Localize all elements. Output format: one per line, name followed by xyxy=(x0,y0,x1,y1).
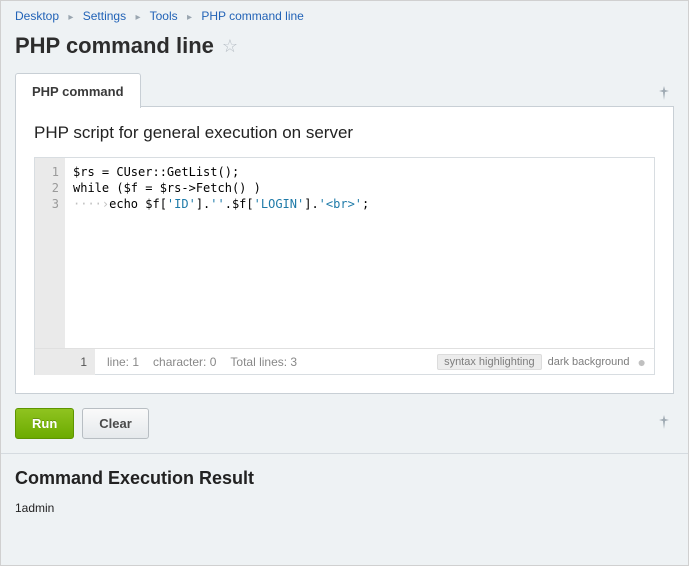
code-editor[interactable]: 1 2 3 $rs = CUser::GetList(); while ($f … xyxy=(34,157,655,375)
status-current-line: 1 xyxy=(35,349,95,375)
whitespace-marker: ····› xyxy=(73,197,109,211)
pin-icon[interactable] xyxy=(658,415,674,432)
syntax-highlighting-toggle[interactable]: syntax highlighting xyxy=(437,354,542,370)
line-number: 3 xyxy=(35,196,59,212)
code-string: 'ID' xyxy=(167,197,196,211)
clear-button[interactable]: Clear xyxy=(82,408,149,439)
status-line: line: 1 xyxy=(107,355,139,369)
star-icon[interactable]: ☆ xyxy=(222,36,238,57)
chevron-right-icon: ▸ xyxy=(187,12,192,23)
code-text: ]. xyxy=(304,197,318,211)
editor-body[interactable]: 1 2 3 $rs = CUser::GetList(); while ($f … xyxy=(35,158,654,348)
page-title: PHP command line xyxy=(15,33,214,59)
chevron-right-icon: ▸ xyxy=(68,12,73,23)
resize-handle-icon[interactable]: ● xyxy=(638,354,646,370)
code-text: ]. xyxy=(196,197,210,211)
dark-background-toggle[interactable]: dark background xyxy=(548,356,630,368)
code-string: '' xyxy=(210,197,224,211)
line-number: 1 xyxy=(35,164,59,180)
editor-code[interactable]: $rs = CUser::GetList(); while ($f = $rs-… xyxy=(65,158,654,348)
button-row: Run Clear xyxy=(1,394,688,447)
breadcrumb-item-current[interactable]: PHP command line xyxy=(201,9,304,23)
tab-filler xyxy=(141,71,654,107)
status-char: character: 0 xyxy=(153,355,216,369)
breadcrumb: Desktop ▸ Settings ▸ Tools ▸ PHP command… xyxy=(1,1,688,27)
breadcrumb-item-settings[interactable]: Settings xyxy=(83,9,126,23)
breadcrumb-item-tools[interactable]: Tools xyxy=(150,9,178,23)
code-string: '<br>' xyxy=(319,197,362,211)
chevron-right-icon: ▸ xyxy=(135,12,140,23)
tabs: PHP command xyxy=(1,71,688,107)
editor-gutter: 1 2 3 xyxy=(35,158,65,348)
result-output: 1admin xyxy=(1,497,688,519)
code-line: while ($f = $rs->Fetch() ) xyxy=(73,181,261,195)
code-text: .$f[ xyxy=(225,197,254,211)
status-total: Total lines: 3 xyxy=(230,355,297,369)
code-string: 'LOGIN' xyxy=(254,197,305,211)
title-row: PHP command line ☆ xyxy=(1,27,688,71)
breadcrumb-item-desktop[interactable]: Desktop xyxy=(15,9,59,23)
line-number: 2 xyxy=(35,180,59,196)
tab-php-command[interactable]: PHP command xyxy=(15,73,141,108)
status-info: line: 1 character: 0 Total lines: 3 xyxy=(95,355,309,369)
pin-icon[interactable] xyxy=(654,71,674,107)
editor-status-bar: 1 line: 1 character: 0 Total lines: 3 sy… xyxy=(35,348,654,374)
code-text: echo $f[ xyxy=(109,197,167,211)
run-button[interactable]: Run xyxy=(15,408,74,439)
result-title: Command Execution Result xyxy=(1,454,688,497)
code-text: ; xyxy=(362,197,369,211)
code-line: $rs = CUser::GetList(); xyxy=(73,165,239,179)
panel: PHP script for general execution on serv… xyxy=(15,107,674,394)
panel-title: PHP script for general execution on serv… xyxy=(34,123,655,143)
